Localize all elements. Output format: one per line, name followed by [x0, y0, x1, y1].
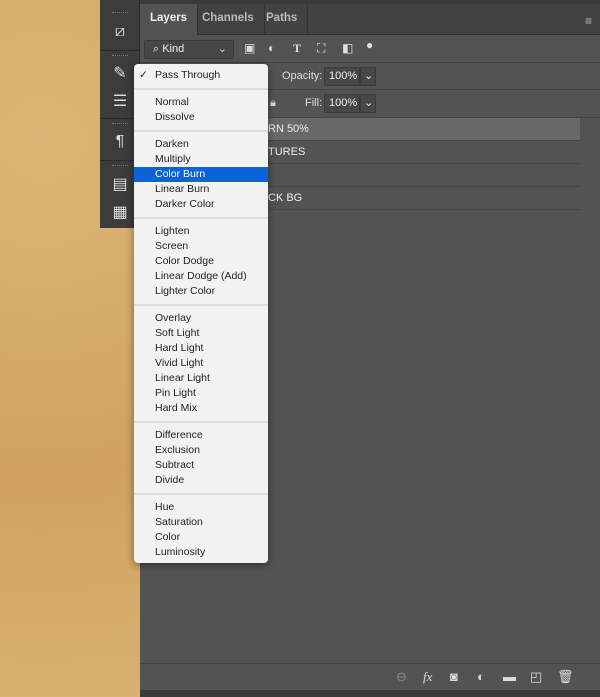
- new-group-icon[interactable]: ▬: [503, 669, 516, 684]
- opacity-input[interactable]: 100%: [324, 67, 360, 86]
- option-label: Divide: [155, 474, 185, 486]
- option-label: Saturation: [155, 516, 203, 528]
- menu-separator: [134, 416, 268, 428]
- transform-icon[interactable]: ⧄: [100, 17, 140, 47]
- type-filter-icon[interactable]: T: [293, 41, 301, 56]
- fill-input[interactable]: 100%: [324, 94, 360, 113]
- option-label: Vivid Light: [155, 357, 204, 369]
- opacity-label: Opacity:: [282, 70, 323, 82]
- layers-footer: ⊖ fx ◙ ◐ ▬ ◰ 🗑︎: [140, 663, 600, 690]
- tab-paths[interactable]: Paths: [256, 4, 309, 35]
- option-label: Hard Light: [155, 342, 204, 354]
- link-layers-icon[interactable]: ⊖: [396, 669, 407, 685]
- option-label: Difference: [155, 429, 203, 441]
- option-label: Luminosity: [155, 546, 206, 558]
- blend-mode-option[interactable]: Normal: [134, 95, 268, 110]
- option-label: Pass Through: [155, 69, 221, 81]
- blend-mode-option[interactable]: Divide: [134, 473, 268, 488]
- blend-mode-option[interactable]: Multiply: [134, 152, 268, 167]
- blend-mode-option[interactable]: Color Dodge: [134, 254, 268, 269]
- option-label: Color Dodge: [155, 255, 214, 267]
- layer-name: RN 50%: [268, 123, 309, 135]
- kind-label: Kind: [162, 43, 185, 55]
- blend-mode-option[interactable]: Color: [134, 530, 268, 545]
- filter-toggle-icon[interactable]: ●: [366, 38, 373, 52]
- lock-all-icon[interactable]: 🔒︎: [270, 97, 276, 110]
- blend-mode-option[interactable]: Linear Burn: [134, 182, 268, 197]
- option-label: Linear Dodge (Add): [155, 270, 247, 282]
- menu-separator: [134, 299, 268, 311]
- blend-mode-option[interactable]: Lighten: [134, 224, 268, 239]
- blend-mode-option[interactable]: Color Burn: [134, 167, 268, 182]
- blend-mode-option[interactable]: Linear Dodge (Add): [134, 269, 268, 284]
- blend-mode-option[interactable]: Pin Light: [134, 386, 268, 401]
- option-label: Subtract: [155, 459, 195, 471]
- option-label: Linear Light: [155, 372, 210, 384]
- blend-mode-option[interactable]: Overlay: [134, 311, 268, 326]
- fill-dropdown[interactable]: ⌄: [360, 94, 376, 113]
- shape-filter-icon[interactable]: ⛶: [317, 41, 325, 56]
- blend-mode-option[interactable]: Darken: [134, 137, 268, 152]
- option-label: Color Burn: [155, 168, 206, 180]
- blend-mode-option[interactable]: Exclusion: [134, 443, 268, 458]
- option-label: Multiply: [155, 153, 191, 165]
- new-adjustment-layer-icon[interactable]: ◐: [477, 669, 485, 684]
- fill-label: Fill:: [305, 97, 323, 109]
- kind-filter-select[interactable]: ⌕ Kind ⌄: [144, 40, 234, 59]
- adjustment-filter-icon[interactable]: ◐: [268, 41, 275, 55]
- delete-layer-icon[interactable]: 🗑︎: [557, 669, 574, 685]
- blend-mode-option[interactable]: Screen: [134, 239, 268, 254]
- option-label: Overlay: [155, 312, 192, 324]
- fx-icon[interactable]: fx: [423, 669, 432, 685]
- option-label: Color: [155, 531, 181, 543]
- checkmark-icon: ✓: [139, 69, 148, 81]
- option-label: Hard Mix: [155, 402, 198, 414]
- option-label: Screen: [155, 240, 189, 252]
- option-label: Lighten: [155, 225, 190, 237]
- blend-mode-option[interactable]: Hard Light: [134, 341, 268, 356]
- blend-mode-option[interactable]: Hard Mix: [134, 401, 268, 416]
- blend-mode-option[interactable]: Linear Light: [134, 371, 268, 386]
- menu-separator: [134, 212, 268, 224]
- image-filter-icon[interactable]: ▣: [244, 41, 255, 55]
- smart-object-filter-icon[interactable]: ◧: [342, 41, 353, 55]
- menu-separator: [134, 125, 268, 137]
- option-label: Lighter Color: [155, 285, 216, 297]
- blend-mode-option[interactable]: ✓ Pass Through: [134, 68, 268, 83]
- panel-menu-icon[interactable]: ≡: [585, 14, 592, 28]
- blend-mode-option[interactable]: Subtract: [134, 458, 268, 473]
- option-label: Darker Color: [155, 198, 215, 210]
- menu-separator: [134, 488, 268, 500]
- option-label: Normal: [155, 96, 189, 108]
- chevron-down-icon: ⌄: [217, 43, 227, 55]
- blend-mode-option[interactable]: Hue: [134, 500, 268, 515]
- option-label: Dissolve: [155, 111, 195, 123]
- option-label: Soft Light: [155, 327, 200, 339]
- blend-mode-option[interactable]: Saturation: [134, 515, 268, 530]
- tab-channels[interactable]: Channels: [192, 4, 265, 35]
- add-mask-icon[interactable]: ◙: [450, 669, 458, 684]
- blend-mode-option[interactable]: Lighter Color: [134, 284, 268, 299]
- blend-mode-option[interactable]: Dissolve: [134, 110, 268, 125]
- option-label: Exclusion: [155, 444, 200, 456]
- blend-mode-option[interactable]: Difference: [134, 428, 268, 443]
- new-layer-icon[interactable]: ◰: [530, 669, 542, 685]
- option-label: Linear Burn: [155, 183, 210, 195]
- layer-name: TURES: [268, 146, 306, 158]
- layer-name: CK BG: [268, 192, 303, 204]
- opacity-dropdown[interactable]: ⌄: [360, 67, 376, 86]
- option-label: Pin Light: [155, 387, 196, 399]
- tab-layers[interactable]: Layers: [140, 4, 199, 36]
- blend-mode-option[interactable]: Vivid Light: [134, 356, 268, 371]
- menu-separator: [134, 83, 268, 95]
- blend-mode-menu: ✓ Pass Through Normal Dissolve Darken Multipl…: [134, 64, 268, 563]
- blend-mode-option[interactable]: Darker Color: [134, 197, 268, 212]
- option-label: Hue: [155, 501, 175, 513]
- blend-mode-option[interactable]: Luminosity: [134, 545, 268, 560]
- blend-mode-option[interactable]: Soft Light: [134, 326, 268, 341]
- option-label: Darken: [155, 138, 189, 150]
